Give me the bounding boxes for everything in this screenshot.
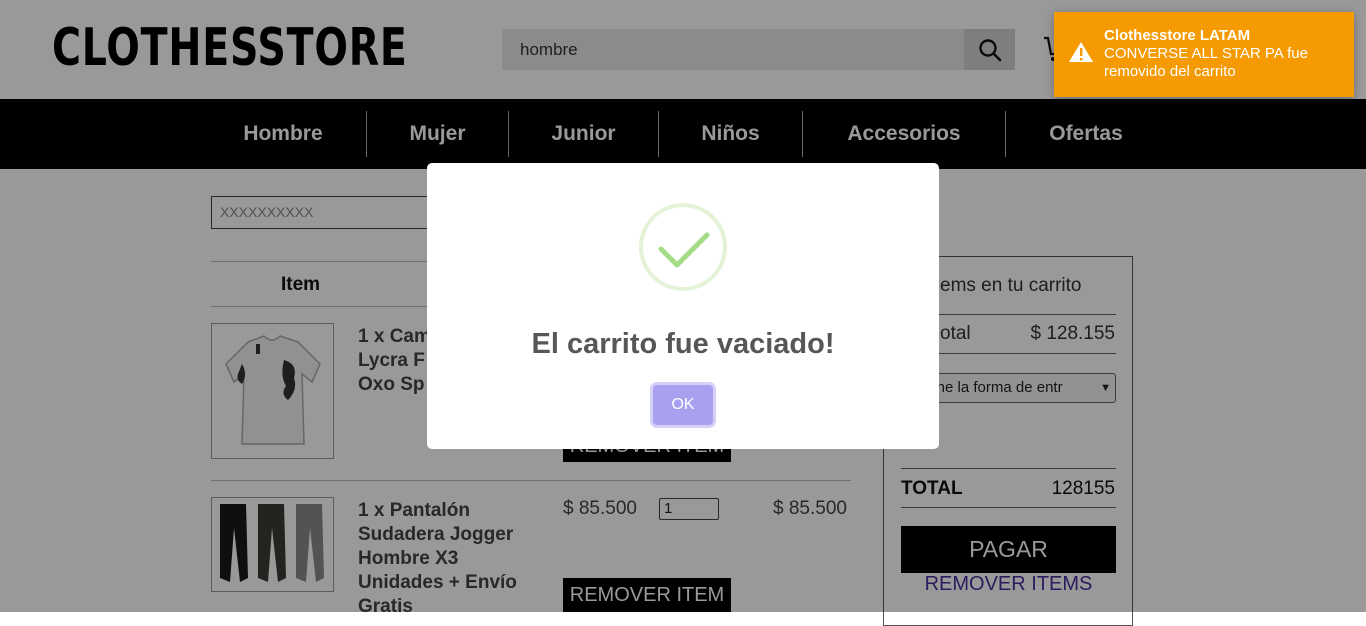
dialog-title: El carrito fue vaciado! xyxy=(531,328,835,360)
success-dialog: El carrito fue vaciado! OK xyxy=(427,163,939,449)
checkmark-icon xyxy=(639,203,727,291)
ok-button[interactable]: OK xyxy=(653,385,713,425)
page: CLOTHESSTORE Hombre Mujer Junior Niños A… xyxy=(0,0,1366,626)
toast-message: CONVERSE ALL STAR PA fue removido del ca… xyxy=(1104,45,1308,80)
notification-toast[interactable]: Clothesstore LATAM CONVERSE ALL STAR PA … xyxy=(1054,12,1354,97)
toast-title: Clothesstore LATAM xyxy=(1104,27,1251,44)
warning-icon xyxy=(1069,42,1093,62)
